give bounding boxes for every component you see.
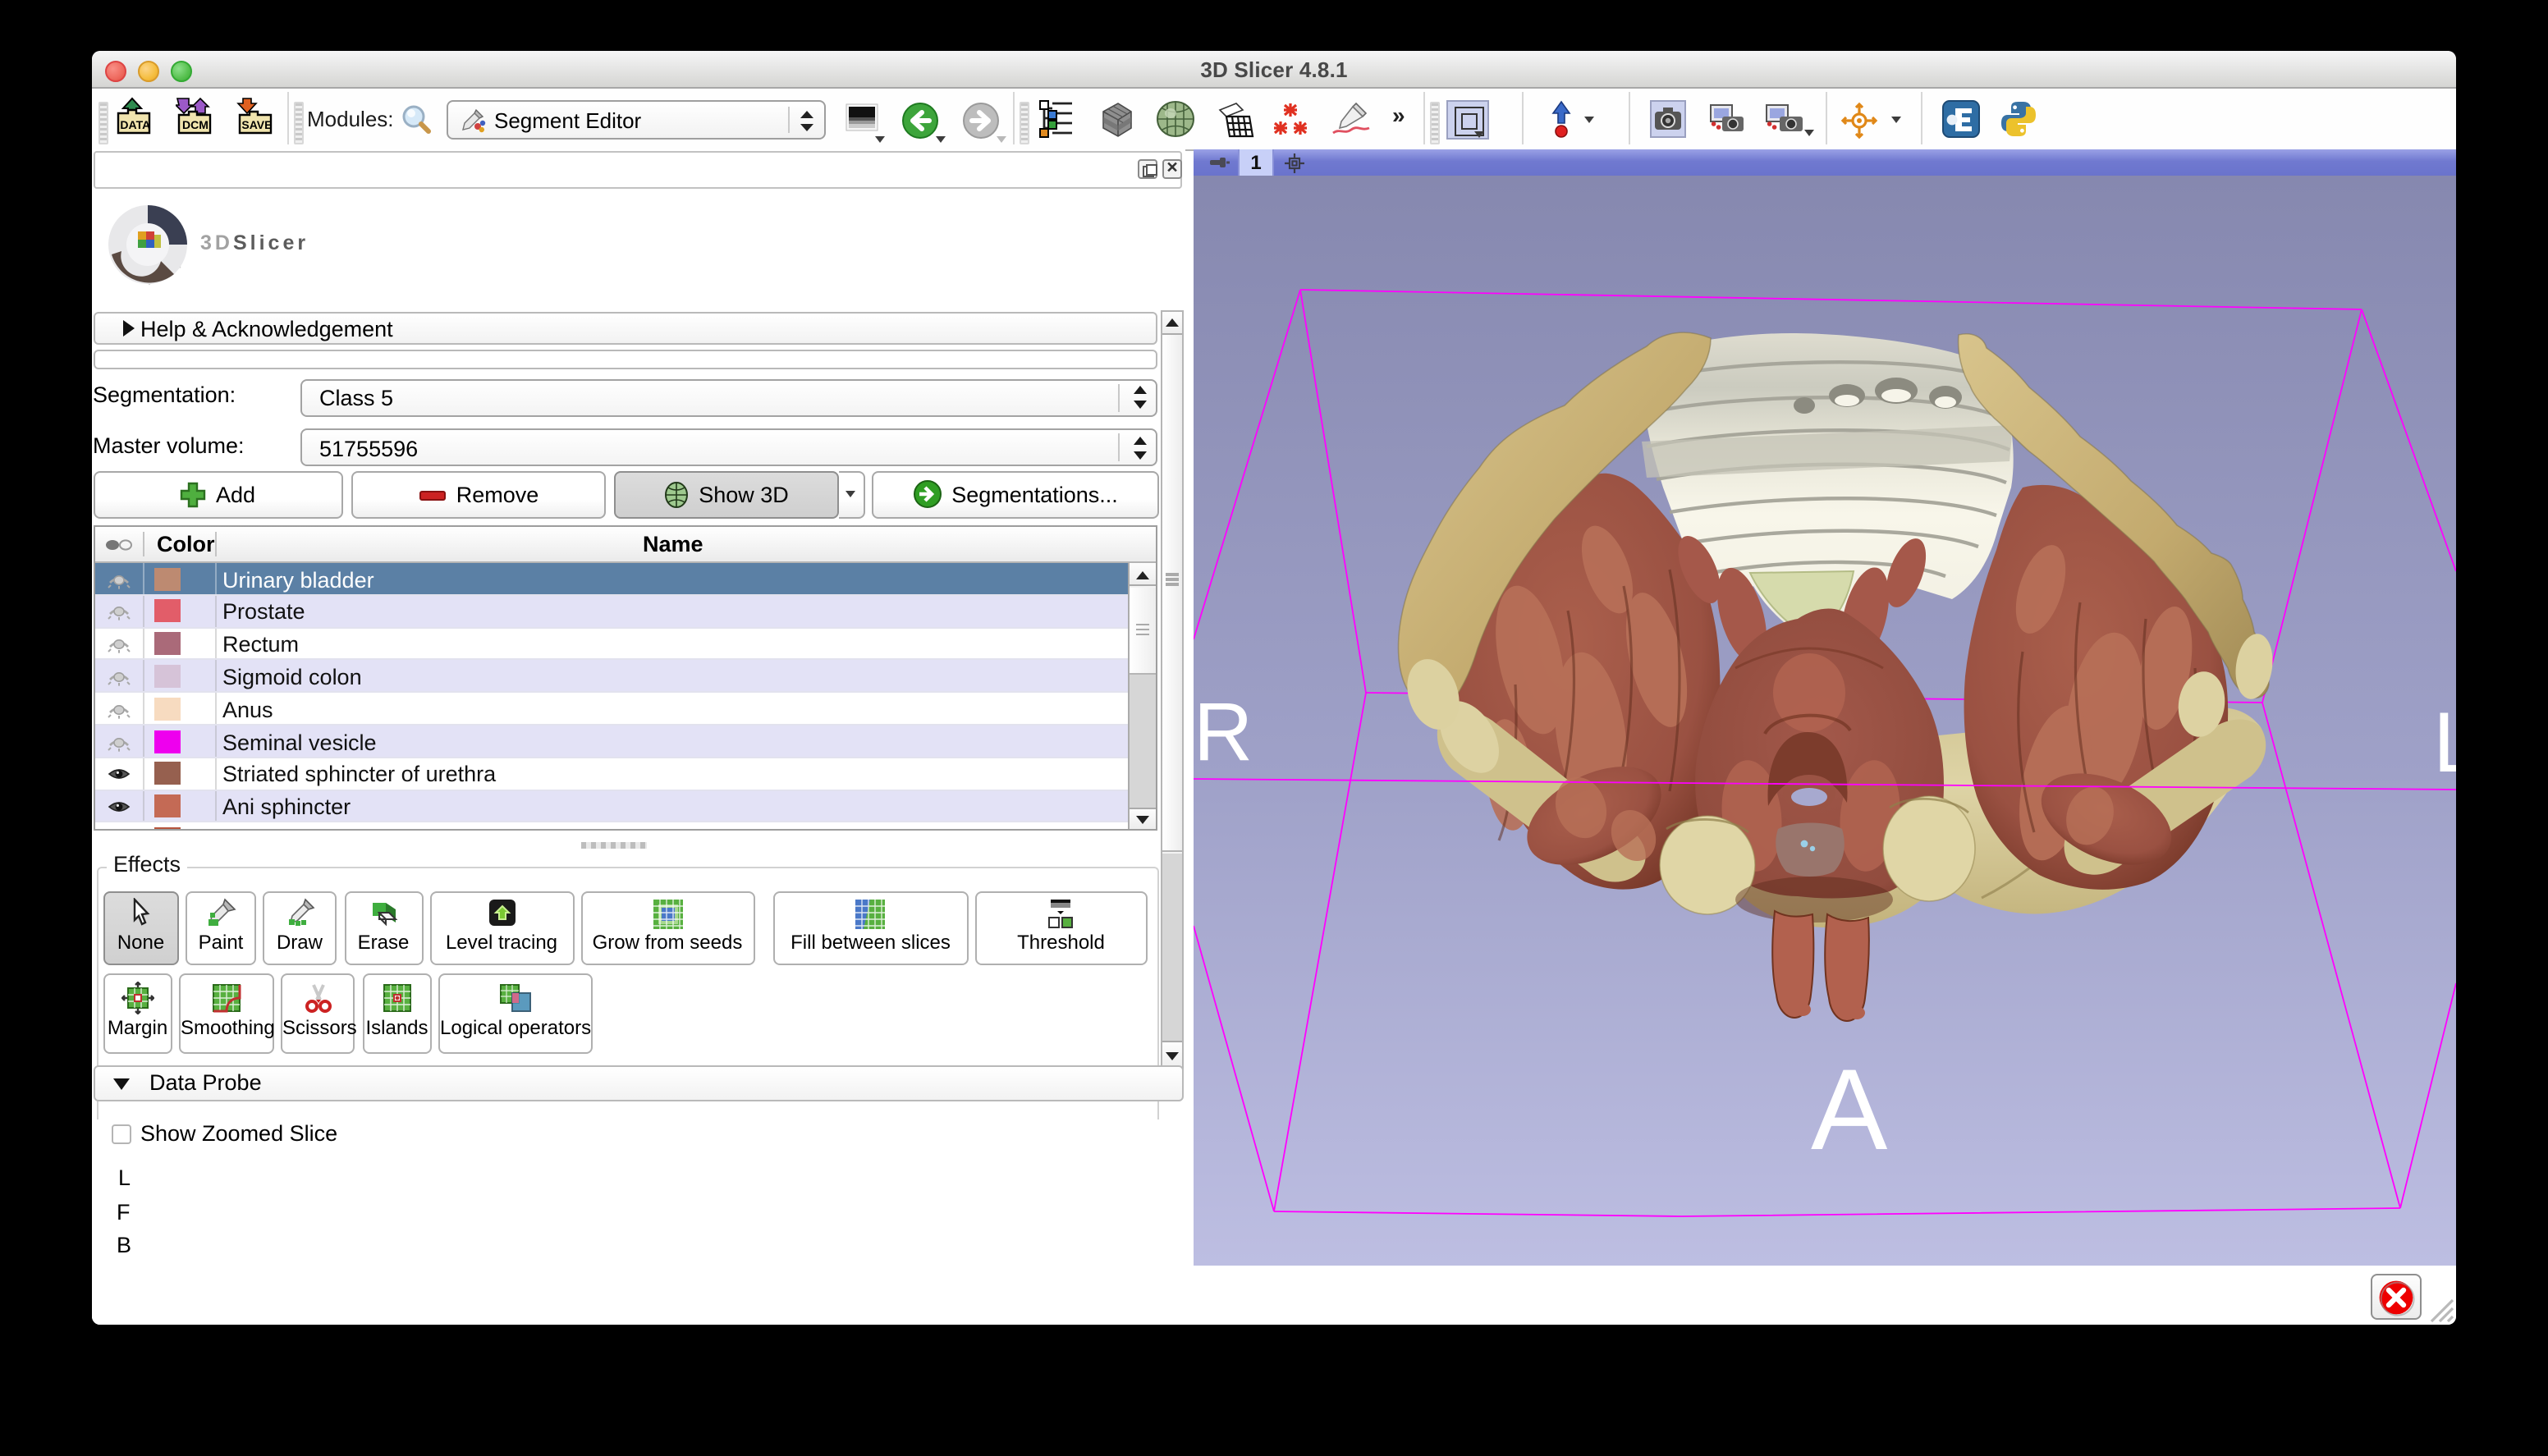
svg-text:L: L [2433, 695, 2456, 790]
svg-text:R: R [1194, 686, 1253, 778]
svg-text:DCM: DCM [182, 118, 209, 131]
svg-text:SAVE: SAVE [241, 118, 272, 131]
svg-text:DATA: DATA [120, 118, 150, 131]
svg-text:A: A [1811, 1045, 1888, 1174]
